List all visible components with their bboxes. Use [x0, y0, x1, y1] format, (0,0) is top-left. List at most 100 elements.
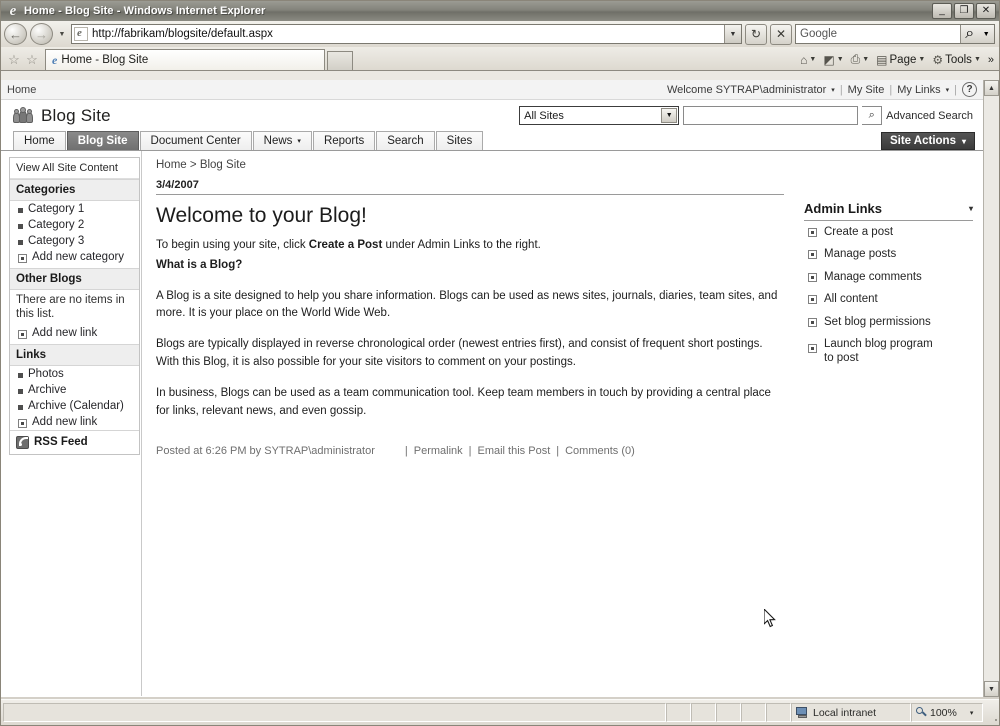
admin-link-launch-blog-program[interactable]: Launch blog program to post [804, 333, 973, 370]
back-button[interactable]: ← [4, 23, 27, 45]
admin-link-set-blog-permissions[interactable]: Set blog permissions [804, 311, 973, 333]
tab-reports[interactable]: Reports [312, 131, 376, 150]
site-search-input[interactable] [683, 106, 859, 125]
search-scope-select[interactable]: All Sites ▼ [519, 106, 680, 125]
tab-search[interactable]: Search [376, 131, 435, 150]
welcome-user-menu[interactable]: Welcome SYTRAP\administrator [667, 84, 826, 96]
tab-document-center[interactable]: Document Center [139, 131, 252, 150]
admin-link-manage-comments[interactable]: Manage comments [804, 266, 973, 288]
search-icon[interactable]: ⌕ [965, 25, 974, 43]
address-dropdown-icon[interactable]: ▼ [724, 25, 741, 43]
add-new-link-links[interactable]: Add new link [10, 414, 139, 430]
tab-bar: ☆ ☆ e Home - Blog Site ⌂ ▼ ◩ ▼ ⎙ ▼ ▤ Pag… [1, 47, 999, 71]
site-search-go-button[interactable]: ⌕ [862, 106, 883, 125]
my-site-link[interactable]: My Site [848, 84, 885, 96]
bullet-icon [18, 404, 23, 410]
feeds-caret-icon[interactable]: ▼ [837, 56, 844, 63]
printer-icon: ⎙ [850, 52, 861, 66]
print-caret-icon[interactable]: ▼ [862, 56, 869, 63]
post-title[interactable]: Welcome to your Blog! [156, 204, 784, 228]
list-item[interactable]: Archive [10, 382, 139, 398]
home-button[interactable]: ⌂ ▼ [797, 52, 819, 68]
browser-search-input[interactable]: Google ⌕ ▼ [795, 24, 995, 44]
list-item[interactable]: Category 3 [10, 233, 139, 249]
scrollbar-track[interactable] [984, 96, 999, 681]
breadcrumb-home-link[interactable]: Home [156, 159, 187, 171]
add-to-favorites-icon[interactable]: ☆ [23, 50, 41, 70]
zoom-caret-icon[interactable]: ▾ [970, 709, 974, 717]
security-zone-label: Local intranet [813, 706, 877, 719]
search-provider-caret-icon[interactable]: ▼ [983, 31, 990, 38]
post-paragraph-3: In business, Blogs can be used as a team… [156, 386, 771, 417]
recent-pages-caret-icon[interactable]: ▼ [56, 23, 68, 45]
tab-blog-site[interactable]: Blog Site [66, 131, 139, 150]
list-item[interactable]: Category 1 [10, 201, 139, 217]
scroll-down-button[interactable]: ▼ [984, 681, 999, 697]
admin-link-create-a-post[interactable]: Create a post [804, 221, 973, 243]
my-links-menu[interactable]: My Links [897, 84, 940, 96]
scroll-up-button[interactable]: ▲ [984, 80, 999, 96]
post-meta-divider-3: | [556, 444, 560, 457]
tab-document-center-label: Document Center [150, 135, 241, 147]
minimize-button[interactable]: _ [932, 3, 952, 19]
print-button[interactable]: ⎙ ▼ [848, 51, 873, 68]
page-menu-button[interactable]: ▤ Page ▼ [873, 52, 928, 68]
browser-window: e Home - Blog Site - Windows Internet Ex… [0, 0, 1000, 726]
post-paragraph-1: A Blog is a site designed to help you sh… [156, 289, 778, 320]
tab-news[interactable]: News ▾ [252, 131, 312, 150]
list-item[interactable]: Archive (Calendar) [10, 398, 139, 414]
welcome-caret-icon[interactable]: ▾ [831, 86, 835, 94]
admin-link-all-content[interactable]: All content [804, 288, 973, 310]
post-meta: Posted at 6:26 PM by SYTRAP\administrato… [156, 445, 784, 457]
command-bar-overflow-icon[interactable]: » [985, 53, 997, 67]
admin-links-caret-icon[interactable]: ▾ [969, 204, 973, 213]
comments-link[interactable]: Comments (0) [565, 445, 635, 457]
address-bar[interactable]: http://fabrikam/blogsite/default.aspx ▼ [71, 24, 742, 44]
feeds-button[interactable]: ◩ ▼ [820, 52, 846, 68]
tab-news-caret-icon[interactable]: ▾ [297, 137, 301, 145]
favorites-center-icon[interactable]: ☆ [5, 50, 23, 70]
help-icon[interactable]: ? [962, 82, 977, 97]
my-links-caret-icon[interactable]: ▾ [946, 86, 950, 94]
site-actions-caret-icon[interactable]: ▾ [962, 137, 966, 146]
security-zone-indicator[interactable]: Local intranet [791, 703, 911, 722]
add-new-category-link[interactable]: Add new category [10, 249, 139, 265]
browser-tab-home-blog-site[interactable]: e Home - Blog Site [45, 49, 325, 70]
rss-feed-link[interactable]: RSS Feed [10, 429, 139, 454]
add-new-link-other-blogs[interactable]: Add new link [10, 325, 139, 341]
admin-link-manage-posts[interactable]: Manage posts [804, 243, 973, 265]
refresh-button[interactable]: ↻ [745, 23, 767, 45]
quick-launch-link-label: Category 2 [28, 219, 85, 231]
site-title[interactable]: Blog Site [41, 106, 111, 126]
status-cell-4 [741, 703, 766, 722]
permalink-link[interactable]: Permalink [414, 445, 463, 457]
list-item[interactable]: Category 2 [10, 217, 139, 233]
advanced-search-link[interactable]: Advanced Search [886, 110, 973, 122]
restore-button[interactable]: ❐ [954, 3, 974, 19]
page-scrollbar[interactable]: ▲ ▼ [983, 80, 999, 697]
new-tab-button[interactable] [327, 51, 353, 70]
home-caret-icon[interactable]: ▼ [809, 56, 816, 63]
page-caret-icon[interactable]: ▼ [918, 56, 925, 63]
bullet-icon [18, 224, 23, 229]
browser-search-controls[interactable]: ⌕ ▼ [960, 25, 994, 43]
resize-grip[interactable] [983, 703, 997, 722]
close-button[interactable]: ✕ [976, 3, 996, 19]
tools-menu-button[interactable]: ⚙ Tools ▼ [929, 52, 984, 68]
view-all-site-content-link[interactable]: View All Site Content [10, 158, 139, 179]
portal-home-link[interactable]: Home [7, 84, 36, 96]
list-item[interactable]: Photos [10, 366, 139, 382]
zoom-control[interactable]: 100% ▾ [911, 703, 983, 722]
email-this-post-link[interactable]: Email this Post [478, 445, 551, 457]
forward-button[interactable]: → [30, 23, 53, 45]
chevron-down-icon[interactable]: ▼ [661, 108, 678, 123]
quick-launch-link-label: Photos [28, 367, 64, 380]
tab-home[interactable]: Home [13, 131, 66, 150]
tab-sites[interactable]: Sites [435, 131, 484, 150]
site-actions-menu[interactable]: Site Actions ▾ [880, 132, 975, 150]
stop-button[interactable]: ✕ [770, 23, 792, 45]
quick-launch-panel: View All Site Content Categories Categor… [9, 157, 140, 455]
status-cell-2 [691, 703, 716, 722]
tab-news-label: News [263, 135, 293, 147]
tools-caret-icon[interactable]: ▼ [974, 56, 981, 63]
